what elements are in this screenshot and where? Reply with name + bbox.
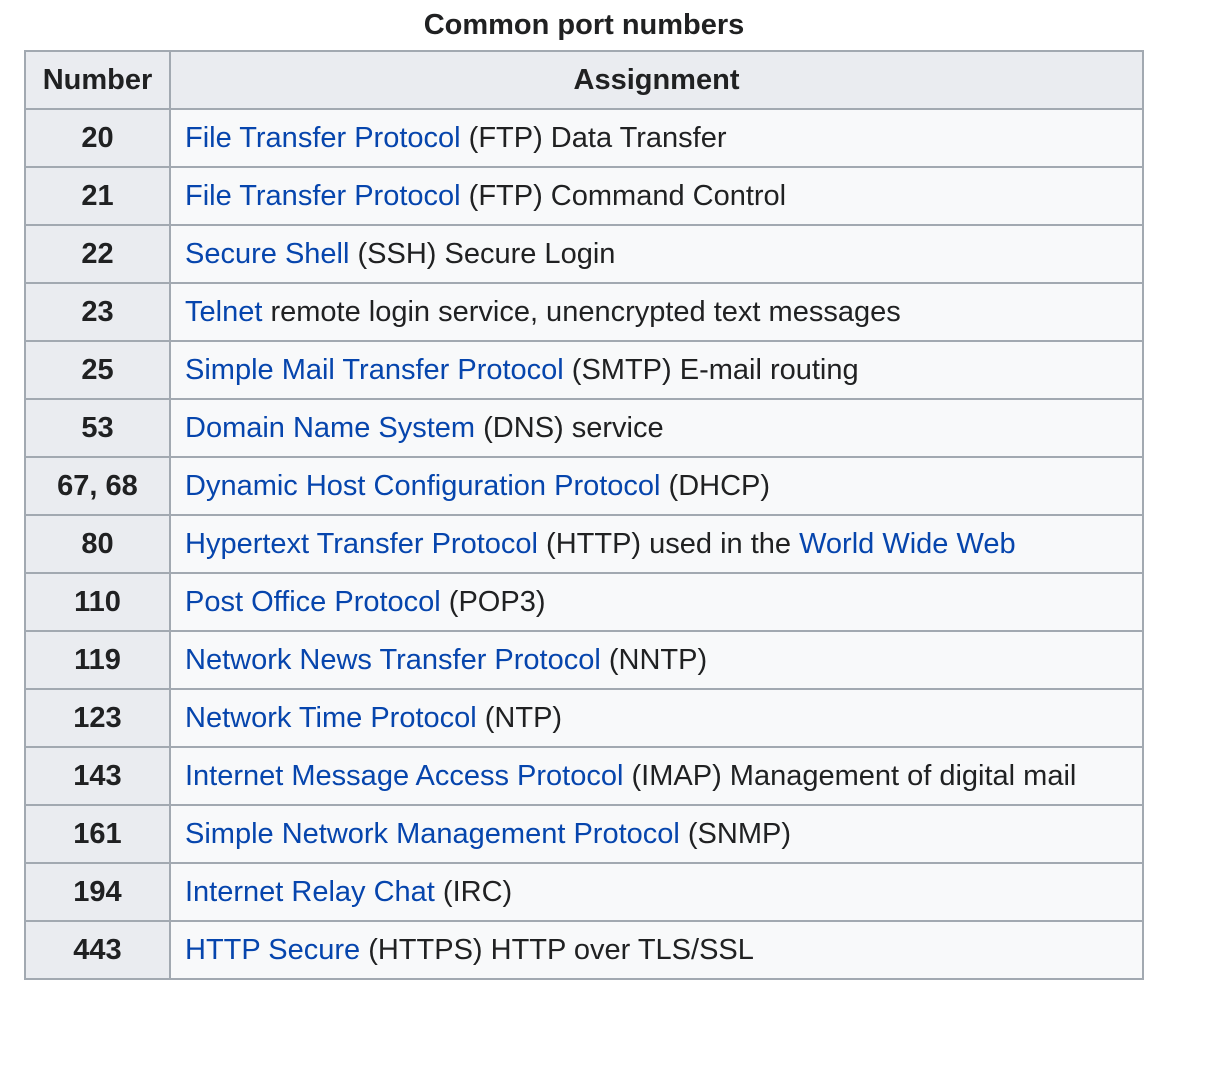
- assignment-text: (FTP) Data Transfer: [460, 121, 727, 154]
- port-number-cell: 23: [24, 282, 171, 342]
- table-row: 443 HTTP Secure (HTTPS) HTTP over TLS/SSL: [24, 920, 1144, 980]
- table-row: 143 Internet Message Access Protocol (IMA…: [24, 746, 1144, 806]
- assignment-cell: Hypertext Transfer Protocol (HTTP) used …: [169, 514, 1144, 574]
- protocol-link[interactable]: Network Time Protocol: [185, 702, 477, 734]
- protocol-link[interactable]: Internet Message Access Protocol: [185, 760, 623, 792]
- assignment-cell: Domain Name System (DNS) service: [169, 398, 1144, 458]
- assignment-cell: File Transfer Protocol (FTP) Data Transf…: [169, 108, 1144, 168]
- assignment-cell: Internet Message Access Protocol (IMAP) …: [169, 746, 1144, 806]
- protocol-link[interactable]: Secure Shell: [185, 238, 349, 270]
- assignment-text: (SSH) Secure Login: [349, 237, 616, 270]
- protocol-link[interactable]: File Transfer Protocol: [185, 122, 461, 154]
- assignment-cell: Network Time Protocol (NTP): [169, 688, 1144, 748]
- protocol-link[interactable]: Internet Relay Chat: [185, 876, 435, 908]
- assignment-text: remote login service, unencrypted text m…: [262, 295, 901, 328]
- port-number-cell: 21: [24, 166, 171, 226]
- table-row: 23 Telnet remote login service, unencrypt…: [24, 282, 1144, 342]
- table-row: 67, 68 Dynamic Host Configuration Protoco…: [24, 456, 1144, 516]
- table-header-row: Number Assignment: [24, 50, 1144, 110]
- assignment-text: (NNTP): [600, 643, 708, 676]
- table-row: 80 Hypertext Transfer Protocol (HTTP) use…: [24, 514, 1144, 574]
- protocol-link[interactable]: Dynamic Host Configuration Protocol: [185, 470, 660, 502]
- protocol-link[interactable]: HTTP Secure: [185, 934, 360, 966]
- port-number-cell: 119: [24, 630, 171, 690]
- port-number-cell: 161: [24, 804, 171, 864]
- assignment-text: (NTP): [476, 701, 563, 734]
- port-number-cell: 67, 68: [24, 456, 171, 516]
- assignment-text: (DHCP): [660, 469, 771, 502]
- protocol-link[interactable]: Telnet: [185, 296, 262, 328]
- assignment-text: (SMTP) E-mail routing: [563, 353, 859, 386]
- table-row: 161 Simple Network Management Protocol (S…: [24, 804, 1144, 864]
- table-row: 20 File Transfer Protocol (FTP) Data Tran…: [24, 108, 1144, 168]
- assignment-text: (SNMP): [679, 817, 791, 850]
- port-number-cell: 53: [24, 398, 171, 458]
- port-number-cell: 194: [24, 862, 171, 922]
- assignment-cell: File Transfer Protocol (FTP) Command Con…: [169, 166, 1144, 226]
- table-body: 20 File Transfer Protocol (FTP) Data Tran…: [24, 108, 1144, 980]
- port-number-cell: 80: [24, 514, 171, 574]
- protocol-link[interactable]: World Wide Web: [799, 528, 1016, 560]
- table-row: 53 Domain Name System (DNS) service: [24, 398, 1144, 458]
- assignment-text: (FTP) Command Control: [460, 179, 787, 212]
- table-row: 123 Network Time Protocol (NTP): [24, 688, 1144, 748]
- port-number-cell: 110: [24, 572, 171, 632]
- port-number-cell: 123: [24, 688, 171, 748]
- table-row: 25 Simple Mail Transfer Protocol (SMTP) E…: [24, 340, 1144, 400]
- assignment-text: (HTTPS) HTTP over TLS/SSL: [360, 933, 754, 966]
- table-caption: Common port numbers: [423, 9, 745, 41]
- assignment-cell: Simple Network Management Protocol (SNMP…: [169, 804, 1144, 864]
- port-number-cell: 22: [24, 224, 171, 284]
- assignment-cell: Secure Shell (SSH) Secure Login: [169, 224, 1144, 284]
- protocol-link[interactable]: File Transfer Protocol: [185, 180, 461, 212]
- assignment-cell: Post Office Protocol (POP3): [169, 572, 1144, 632]
- protocol-link[interactable]: Simple Mail Transfer Protocol: [185, 354, 564, 386]
- assignment-text: (POP3): [440, 585, 546, 618]
- table-row: 22 Secure Shell (SSH) Secure Login: [24, 224, 1144, 284]
- table-row: 119 Network News Transfer Protocol (NNTP): [24, 630, 1144, 690]
- assignment-cell: HTTP Secure (HTTPS) HTTP over TLS/SSL: [169, 920, 1144, 980]
- assignment-cell: Internet Relay Chat (IRC): [169, 862, 1144, 922]
- assignment-text: (DNS) service: [475, 411, 664, 444]
- assignment-cell: Telnet remote login service, unencrypted…: [169, 282, 1144, 342]
- assignment-cell: Simple Mail Transfer Protocol (SMTP) E-m…: [169, 340, 1144, 400]
- table-row: 21 File Transfer Protocol (FTP) Command C…: [24, 166, 1144, 226]
- port-number-cell: 143: [24, 746, 171, 806]
- port-table-container: Common port numbers Number Assignment 20…: [24, 0, 1144, 980]
- assignment-text: (IRC): [434, 875, 513, 908]
- assignment-cell: Dynamic Host Configuration Protocol (DHC…: [169, 456, 1144, 516]
- protocol-link[interactable]: Network News Transfer Protocol: [185, 644, 601, 676]
- assignment-cell: Network News Transfer Protocol (NNTP): [169, 630, 1144, 690]
- protocol-link[interactable]: Domain Name System: [185, 412, 475, 444]
- assignment-text: (HTTP) used in the: [537, 527, 800, 560]
- protocol-link[interactable]: Simple Network Management Protocol: [185, 818, 680, 850]
- protocol-link[interactable]: Hypertext Transfer Protocol: [185, 528, 538, 560]
- port-number-cell: 443: [24, 920, 171, 980]
- column-header-assignment[interactable]: Assignment: [169, 50, 1144, 110]
- port-number-cell: 25: [24, 340, 171, 400]
- protocol-link[interactable]: Post Office Protocol: [185, 586, 441, 618]
- port-numbers-table: Number Assignment 20 File Transfer Protoc…: [24, 50, 1144, 980]
- assignment-text: (IMAP) Management of digital mail: [623, 759, 1077, 792]
- port-number-cell: 20: [24, 108, 171, 168]
- table-row: 194 Internet Relay Chat (IRC): [24, 862, 1144, 922]
- table-row: 110 Post Office Protocol (POP3): [24, 572, 1144, 632]
- column-header-number[interactable]: Number: [24, 50, 171, 110]
